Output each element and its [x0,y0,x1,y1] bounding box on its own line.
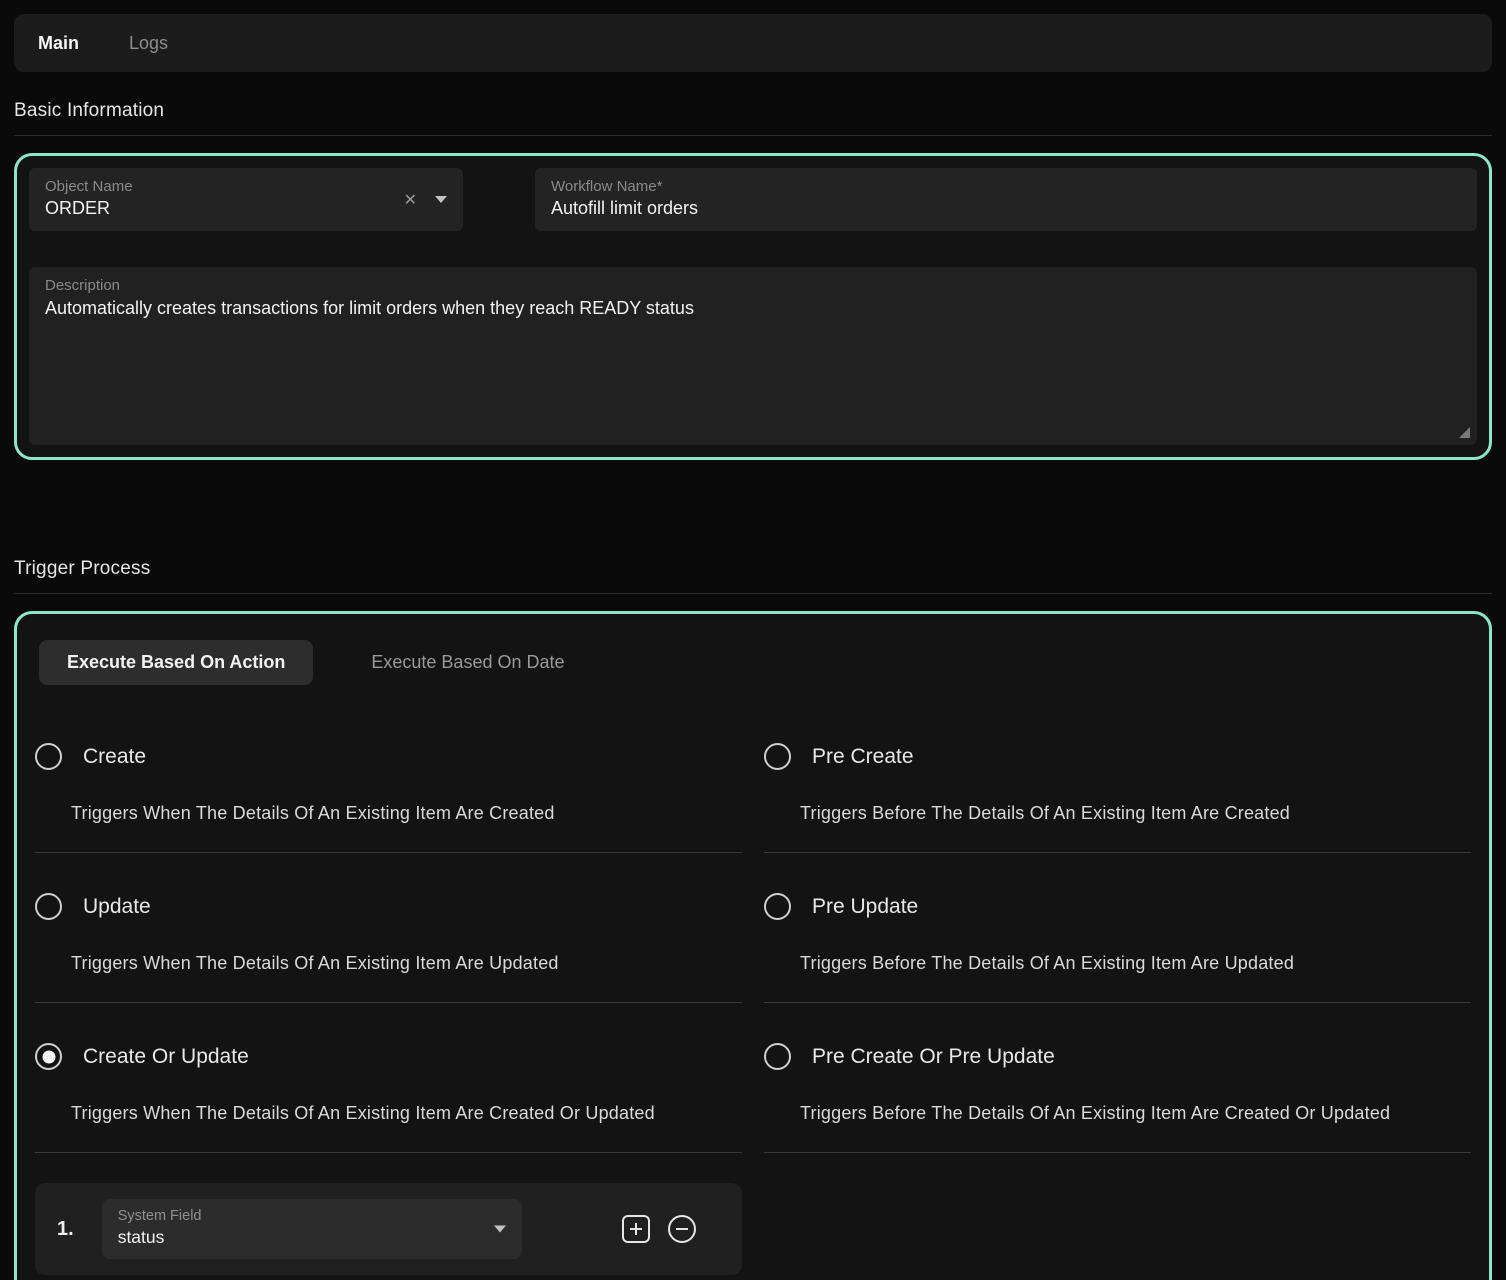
option-pre-update-header[interactable]: Pre Update [764,893,1471,920]
radio-create-or-update[interactable] [35,1043,62,1070]
description-label: Description [45,277,1461,294]
object-name-label: Object Name [45,178,447,195]
top-tabbar: Main Logs [14,14,1492,72]
minus-circle-icon [666,1213,698,1245]
condition-index: 1. [57,1218,74,1241]
option-pre-create-or-pre-update-header[interactable]: Pre Create Or Pre Update [764,1043,1471,1070]
trigger-process-section: Execute Based On Action Execute Based On… [14,611,1492,1280]
workflow-name-value: Autofill limit orders [551,198,1461,219]
radio-pre-update[interactable] [764,893,791,920]
chevron-down-icon [494,1226,506,1233]
object-name-icons: ✕ [404,190,447,210]
option-create-description: Triggers When The Details Of An Existing… [71,800,706,826]
option-update-label: Update [83,895,151,919]
tab-execute-based-on-date[interactable]: Execute Based On Date [371,652,564,673]
clear-icon[interactable]: ✕ [404,190,417,210]
system-field-select[interactable]: System Field status [102,1199,522,1259]
radio-update[interactable] [35,893,62,920]
option-update-description: Triggers When The Details Of An Existing… [71,950,706,976]
trigger-options-grid: Create Triggers When The Details Of An E… [35,703,1471,1153]
description-textarea[interactable]: Description Automatically creates transa… [29,267,1477,445]
trigger-process-divider [14,593,1492,594]
option-create-or-update-header[interactable]: Create Or Update [35,1043,742,1070]
add-condition-button[interactable] [620,1213,652,1245]
option-update-header[interactable]: Update [35,893,742,920]
option-create-label: Create [83,745,146,769]
system-field-value: status [118,1227,506,1248]
basic-information-section: Object Name ORDER ✕ Workflow Name* Autof… [14,153,1492,460]
trigger-tabs: Execute Based On Action Execute Based On… [39,640,1471,685]
option-pre-create-header[interactable]: Pre Create [764,743,1471,770]
basic-information-divider [14,135,1492,136]
option-pre-create-or-pre-update: Pre Create Or Pre Update Triggers Before… [764,1003,1471,1153]
trigger-process-heading: Trigger Process [14,558,1492,580]
tab-logs[interactable]: Logs [129,33,168,54]
option-pre-update-description: Triggers Before The Details Of An Existi… [800,950,1435,976]
option-create: Create Triggers When The Details Of An E… [35,703,742,853]
plus-square-icon [620,1213,652,1245]
option-pre-create-label: Pre Create [812,745,914,769]
object-name-value: ORDER [45,198,447,219]
tab-main[interactable]: Main [38,33,79,54]
radio-pre-create-or-pre-update[interactable] [764,1043,791,1070]
option-create-or-update-label: Create Or Update [83,1045,249,1069]
resize-handle-icon[interactable] [1459,427,1470,438]
option-pre-update: Pre Update Triggers Before The Details O… [764,853,1471,1003]
option-pre-create-or-pre-update-description: Triggers Before The Details Of An Existi… [800,1100,1435,1126]
workflow-name-label: Workflow Name* [551,178,1461,195]
radio-pre-create[interactable] [764,743,791,770]
option-pre-create: Pre Create Triggers Before The Details O… [764,703,1471,853]
system-field-label: System Field [118,1208,506,1224]
basic-information-heading: Basic Information [14,100,1492,122]
option-pre-update-label: Pre Update [812,895,918,919]
basic-fields-row: Object Name ORDER ✕ Workflow Name* Autof… [29,168,1477,231]
tab-execute-based-on-action[interactable]: Execute Based On Action [39,640,313,685]
option-pre-create-description: Triggers Before The Details Of An Existi… [800,800,1435,826]
workflow-name-field[interactable]: Workflow Name* Autofill limit orders [535,168,1477,231]
description-value: Automatically creates transactions for l… [45,298,1461,319]
option-create-header[interactable]: Create [35,743,742,770]
option-update: Update Triggers When The Details Of An E… [35,853,742,1003]
chevron-down-icon[interactable] [435,196,447,203]
radio-create[interactable] [35,743,62,770]
option-create-or-update-description: Triggers When The Details Of An Existing… [71,1100,706,1126]
remove-condition-button[interactable] [666,1213,698,1245]
workflow-editor-page: Main Logs Basic Information Object Name … [0,0,1506,1280]
option-create-or-update: Create Or Update Triggers When The Detai… [35,1003,742,1153]
option-pre-create-or-pre-update-label: Pre Create Or Pre Update [812,1045,1055,1069]
object-name-select[interactable]: Object Name ORDER ✕ [29,168,463,231]
condition-row: 1. System Field status [35,1183,742,1275]
